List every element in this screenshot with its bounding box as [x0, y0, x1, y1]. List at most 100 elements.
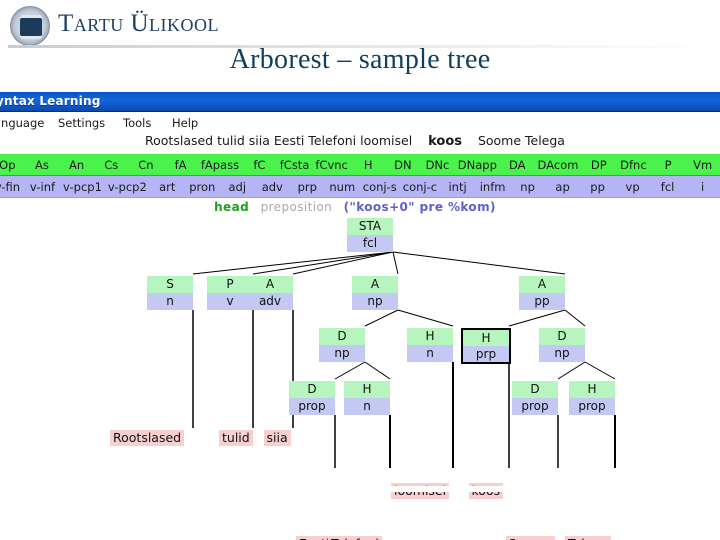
fn-tag-h[interactable]: H [351, 158, 386, 172]
fn-tag-cs[interactable]: Cs [94, 158, 129, 172]
fn-tag-dnapp[interactable]: DNapp [455, 158, 500, 172]
syntax-learning-window: yntax Learning anguage Settings Tools He… [0, 92, 720, 540]
cat-tag-adj[interactable]: adj [220, 180, 255, 194]
tree-node-category: prop [512, 398, 558, 415]
slide-page: Tartu Ülikool Arborest – sample tree ynt… [0, 0, 720, 540]
tree-node-s-n[interactable]: Sn [147, 276, 193, 310]
tree-node-function: D [289, 381, 335, 398]
tree-node-a-adv[interactable]: Aadv [247, 276, 293, 310]
fn-tag-fapass[interactable]: fApass [198, 158, 242, 172]
sentence-after: Soome Telega [477, 133, 565, 148]
info-head-label: head [214, 200, 250, 214]
tree-node-category: n [407, 345, 453, 362]
fn-tag-fc[interactable]: fC [242, 158, 277, 172]
cat-tag-art[interactable]: art [150, 180, 185, 194]
university-logo-text: Tartu Ülikool [58, 10, 219, 37]
fn-tag-da[interactable]: DA [500, 158, 535, 172]
tree-leaf-token[interactable]: Soome [505, 536, 555, 540]
fn-tag-cn[interactable]: Cn [129, 158, 164, 172]
cat-tag-conj-c[interactable]: conj-c [400, 180, 440, 194]
tree-leaf-token[interactable]: tulid [219, 430, 253, 446]
tree-node-function: H [344, 381, 390, 398]
window-titlebar: yntax Learning [0, 92, 720, 112]
tree-node-category: fcl [347, 235, 393, 252]
fn-tag-fa[interactable]: fA [163, 158, 198, 172]
window-title: yntax Learning [0, 94, 101, 108]
cat-tag-pron[interactable]: pron [185, 180, 220, 194]
tree-node-a-pp[interactable]: App [519, 276, 565, 310]
fn-tag-dnc[interactable]: DNc [420, 158, 455, 172]
status-info-line: head preposition ("koos+0" pre %kom) [0, 200, 720, 218]
fn-tag-p[interactable]: P [651, 158, 686, 172]
fn-tag-op[interactable]: Op [0, 158, 25, 172]
page-title: Arborest – sample tree [229, 44, 491, 75]
cat-tag-v-fin[interactable]: v-fin [0, 180, 25, 194]
tree-node-h-n2[interactable]: Hn [344, 381, 390, 415]
cat-tag-num[interactable]: num [325, 180, 360, 194]
fn-tag-fcvnc[interactable]: fCvnc [312, 158, 351, 172]
tree-node-category: prop [289, 398, 335, 415]
menu-item-settings[interactable]: Settings [58, 116, 105, 130]
university-logo: Tartu Ülikool [6, 4, 266, 46]
tree-node-function: D [539, 328, 585, 345]
info-features: ("koos+0" pre %kom) [343, 200, 496, 214]
tree-node-d-prop2[interactable]: Dprop [512, 381, 558, 415]
tree-node-function: H [463, 330, 509, 346]
tree-node-h-prop[interactable]: Hprop [569, 381, 615, 415]
tree-node-category: n [344, 398, 390, 415]
tree-node-category: np [539, 345, 585, 362]
sentence-focus-word[interactable]: koos [428, 134, 462, 149]
menu-item-help[interactable]: Help [172, 116, 198, 130]
fn-tag-an[interactable]: An [59, 158, 94, 172]
fn-tag-dfnc[interactable]: Dfnc [616, 158, 651, 172]
tree-node-a-np[interactable]: Anp [352, 276, 398, 310]
cat-tag-infm[interactable]: infm [475, 180, 510, 194]
tree-node-category: np [319, 345, 365, 362]
cat-tag-np[interactable]: np [510, 180, 545, 194]
cat-tag-v-pcp1[interactable]: v-pcp1 [60, 180, 105, 194]
info-category: preposition [260, 200, 333, 214]
sentence-before: Rootslased tulid siia Eesti Telefoni loo… [145, 133, 413, 148]
fn-tag-as[interactable]: As [25, 158, 60, 172]
cat-tag-pp[interactable]: pp [580, 180, 615, 194]
cat-tag-v-inf[interactable]: v-inf [25, 180, 60, 194]
cat-tag-i[interactable]: i [685, 180, 720, 194]
tree-node-category: adv [247, 293, 293, 310]
tree-node-category: np [352, 293, 398, 310]
cat-tag-intj[interactable]: intj [440, 180, 475, 194]
sentence-bar: Rootslased tulid siia Eesti Telefoni loo… [0, 133, 720, 151]
cat-tag-v-pcp2[interactable]: v-pcp2 [105, 180, 150, 194]
menu-item-tools[interactable]: Tools [123, 116, 151, 130]
fn-tag-dp[interactable]: DP [581, 158, 616, 172]
cat-tag-prp[interactable]: prp [290, 180, 325, 194]
cat-tag-vp[interactable]: vp [615, 180, 650, 194]
tree-node-h-n[interactable]: Hn [407, 328, 453, 362]
tree-node-d-prop[interactable]: Dprop [289, 381, 335, 415]
tree-leaf-token[interactable]: Telega [565, 536, 611, 540]
tree-node-h-prp[interactable]: Hprp [461, 328, 511, 364]
tree-leaf-token[interactable]: Eesti [296, 536, 333, 540]
fn-tag-fcsta[interactable]: fCsta [277, 158, 313, 172]
tree-leaf-token[interactable]: Rootslased [110, 430, 185, 446]
fn-tag-vm[interactable]: Vm [685, 158, 720, 172]
syntax-tree-canvas[interactable]: STA fcl Sn Pv Aadv Anp App Dnp Hn Hprp Dnp Dprop Hn D… [0, 218, 720, 540]
cat-tag-adv[interactable]: adv [255, 180, 290, 194]
function-tag-palette[interactable]: Op As An Cs Cn fA fApass fC fCsta fCvnc H DN DNc DNap… [0, 154, 720, 176]
tree-node-root[interactable]: STA fcl [347, 218, 393, 252]
university-seal-icon [10, 6, 50, 46]
fn-tag-dacom[interactable]: DAcom [535, 158, 582, 172]
category-tag-palette[interactable]: v-finv-infv-pcp1v-pcp2artpronadjadvprpnu… [0, 176, 720, 198]
tree-node-d-np[interactable]: Dnp [319, 328, 365, 362]
tree-node-d-np2[interactable]: Dnp [539, 328, 585, 362]
tree-leaf-token[interactable]: siia [263, 430, 291, 446]
tree-node-function: D [319, 328, 365, 345]
cat-tag-conj-s[interactable]: conj-s [360, 180, 400, 194]
fn-tag-dn[interactable]: DN [386, 158, 421, 172]
tree-node-category: n [147, 293, 193, 310]
menu-item-language[interactable]: anguage [0, 116, 44, 130]
tree-leaf-token[interactable]: Telefoni [328, 536, 382, 540]
cat-tag-ap[interactable]: ap [545, 180, 580, 194]
tree-node-function: H [569, 381, 615, 398]
tree-node-function: STA [347, 218, 393, 235]
cat-tag-fcl[interactable]: fcl [650, 180, 685, 194]
